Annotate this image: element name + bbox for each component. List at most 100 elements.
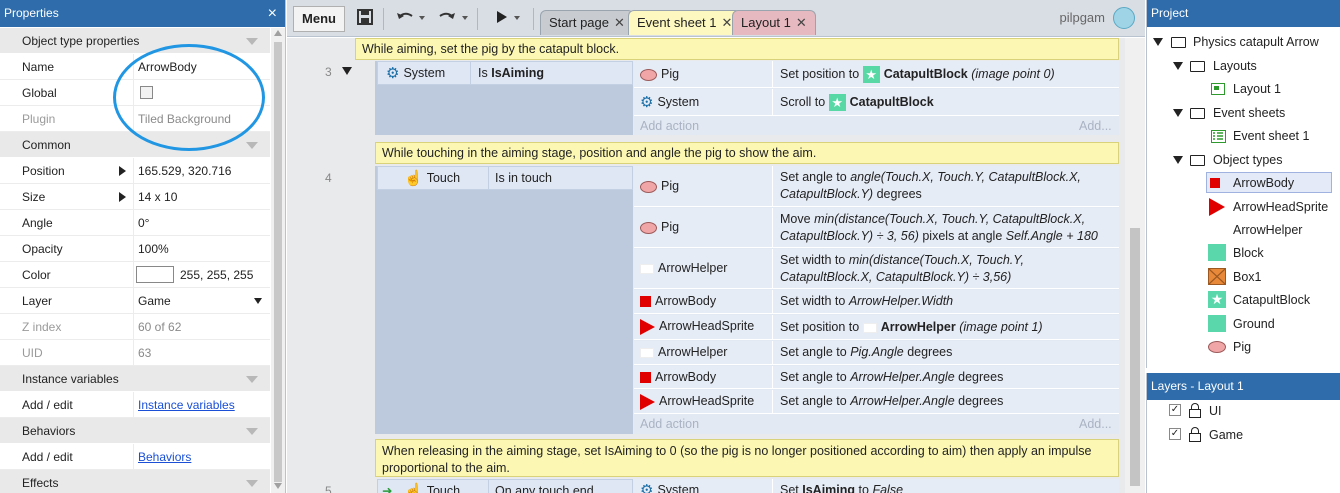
username[interactable]: pilpgam xyxy=(1059,10,1105,25)
layer-visible-checkbox[interactable]: ✓ xyxy=(1169,404,1181,416)
prop-opacity[interactable]: Opacity 100% xyxy=(0,236,270,262)
condition-row[interactable]: ➜ ☝ Touch On any touch end xyxy=(377,479,633,493)
user-avatar-icon[interactable] xyxy=(1113,7,1135,29)
add-more-link[interactable]: Add... xyxy=(1079,417,1112,431)
tree-item-object[interactable]: ArrowHelper xyxy=(1147,219,1340,241)
close-tab-icon[interactable]: ✕ xyxy=(722,15,733,30)
menu-button[interactable]: Menu xyxy=(293,6,345,32)
section-common[interactable]: Common xyxy=(0,132,270,158)
condition-row[interactable]: ☝ Touch Is in touch xyxy=(377,166,633,190)
size-field[interactable]: 14 x 10 xyxy=(138,184,177,210)
tree-item-object[interactable]: Block xyxy=(1147,242,1340,264)
tree-item-object[interactable]: ArrowHeadSprite xyxy=(1147,196,1340,218)
prop-size[interactable]: Size 14 x 10 xyxy=(0,184,270,210)
prop-global[interactable]: Global xyxy=(0,80,270,106)
section-behaviors[interactable]: Behaviors xyxy=(0,418,270,444)
redo-menu-icon[interactable] xyxy=(462,16,468,20)
action-row[interactable]: ArrowBody Set width to ArrowHelper.Width xyxy=(634,290,1119,314)
close-tab-icon[interactable]: ✕ xyxy=(796,15,807,30)
layer-row-ui[interactable]: ✓ UI xyxy=(1147,399,1340,423)
expand-icon[interactable] xyxy=(1153,38,1163,46)
dropdown-arrow-icon[interactable] xyxy=(254,298,262,304)
scrollbar-thumb[interactable] xyxy=(274,42,282,482)
scrollbar-thumb[interactable] xyxy=(1130,228,1140,486)
expand-icon[interactable] xyxy=(119,166,126,176)
action-row[interactable]: ArrowHelper Set width to min(distance(To… xyxy=(634,249,1119,289)
undo-icon[interactable] xyxy=(395,9,415,27)
section-object-type[interactable]: Object type properties xyxy=(0,28,270,54)
tree-item-event-sheet[interactable]: Event sheet 1 xyxy=(1147,125,1340,147)
close-tab-icon[interactable]: ✕ xyxy=(614,15,625,30)
prop-label: Plugin xyxy=(22,112,56,126)
section-effects[interactable]: Effects xyxy=(0,470,270,493)
angle-field[interactable]: 0° xyxy=(138,210,149,236)
opacity-field[interactable]: 100% xyxy=(138,236,169,262)
action-row[interactable]: Pig Set angle to angle(Touch.X, Touch.Y,… xyxy=(634,166,1119,207)
event-comment[interactable]: While touching in the aiming stage, posi… xyxy=(375,142,1119,164)
tree-item-object[interactable]: ★ CatapultBlock xyxy=(1147,289,1340,311)
instance-variables-link[interactable]: Instance variables xyxy=(138,398,235,412)
prop-position[interactable]: Position 165.529, 320.716 xyxy=(0,158,270,184)
scroll-down-icon[interactable] xyxy=(274,483,282,489)
tree-item-object[interactable]: Pig xyxy=(1147,336,1340,358)
collapse-event-icon[interactable] xyxy=(342,67,352,75)
redo-icon[interactable] xyxy=(437,9,457,27)
lock-icon[interactable] xyxy=(1189,403,1201,418)
prop-layer[interactable]: Layer Game xyxy=(0,288,270,314)
color-value[interactable]: 255, 255, 255 xyxy=(180,262,253,288)
event-sheet-scrollbar[interactable] xyxy=(1125,38,1145,493)
play-menu-icon[interactable] xyxy=(514,16,520,20)
save-icon[interactable] xyxy=(357,9,373,27)
close-icon[interactable]: × xyxy=(268,0,277,27)
prop-color[interactable]: Color 255, 255, 255 xyxy=(0,262,270,288)
tree-item-object[interactable]: Box1 xyxy=(1147,266,1340,288)
layer-visible-checkbox[interactable]: ✓ xyxy=(1169,428,1181,440)
condition-object: ☝ Touch xyxy=(404,169,461,187)
condition-block[interactable] xyxy=(375,166,633,434)
event-sheet[interactable]: While aiming, set the pig by the catapul… xyxy=(287,38,1125,493)
tree-folder-object-types[interactable]: Object types xyxy=(1147,149,1340,171)
add-more-link[interactable]: Add... xyxy=(1079,119,1112,133)
action-row[interactable]: ArrowHeadSprite Set position to ArrowHel… xyxy=(634,315,1119,340)
tab-start-page[interactable]: Start page ✕ xyxy=(540,10,634,35)
properties-scrollbar[interactable] xyxy=(271,28,285,493)
event-comment[interactable]: While aiming, set the pig by the catapul… xyxy=(355,38,1119,60)
section-instance-variables[interactable]: Instance variables xyxy=(0,366,270,392)
add-action-link[interactable]: Add action xyxy=(640,119,699,133)
prop-angle[interactable]: Angle 0° xyxy=(0,210,270,236)
action-row[interactable]: ⚙ System Scroll to ★ CatapultBlock xyxy=(634,89,1119,116)
tree-item-layout[interactable]: Layout 1 xyxy=(1147,78,1340,100)
tab-event-sheet[interactable]: Event sheet 1 ✕ xyxy=(628,10,742,35)
condition-row[interactable]: ⚙ System Is IsAiming xyxy=(377,61,633,85)
lock-icon[interactable] xyxy=(1189,427,1201,442)
expand-icon[interactable] xyxy=(1173,156,1183,164)
prop-name[interactable]: Name ArrowBody xyxy=(0,54,270,80)
color-swatch[interactable] xyxy=(136,266,174,283)
tree-root[interactable]: Physics catapult Arrow xyxy=(1147,31,1340,53)
tree-item-object[interactable]: ArrowBody xyxy=(1147,172,1340,194)
expand-icon[interactable] xyxy=(119,192,126,202)
global-checkbox[interactable] xyxy=(140,86,153,99)
scroll-up-icon[interactable] xyxy=(274,30,282,36)
expand-icon[interactable] xyxy=(1173,109,1183,117)
play-icon[interactable] xyxy=(495,9,509,27)
undo-menu-icon[interactable] xyxy=(419,16,425,20)
action-row[interactable]: Pig Set position to ★ CatapultBlock (imag… xyxy=(634,61,1119,88)
action-row[interactable]: ArrowHeadSprite Set angle to ArrowHelper… xyxy=(634,390,1119,414)
event-comment[interactable]: When releasing in the aiming stage, set … xyxy=(375,439,1119,477)
tab-layout[interactable]: Layout 1 ✕ xyxy=(732,10,816,35)
layer-row-game[interactable]: ✓ Game xyxy=(1147,423,1340,447)
position-field[interactable]: 165.529, 320.716 xyxy=(138,158,231,184)
add-action-link[interactable]: Add action xyxy=(640,417,699,431)
action-row[interactable]: ⚙ System Set IsAiming to False xyxy=(634,479,1119,493)
name-field[interactable]: ArrowBody xyxy=(138,54,197,80)
action-row[interactable]: Pig Move min(distance(Touch.X, Touch.Y, … xyxy=(634,208,1119,248)
action-row[interactable]: ArrowHelper Set angle to Pig.Angle degre… xyxy=(634,341,1119,365)
expand-icon[interactable] xyxy=(1173,62,1183,70)
tree-folder-event-sheets[interactable]: Event sheets xyxy=(1147,102,1340,124)
layer-select[interactable]: Game xyxy=(138,288,171,314)
tree-item-object[interactable]: Ground xyxy=(1147,313,1340,335)
tree-folder-layouts[interactable]: Layouts xyxy=(1147,55,1340,77)
behaviors-link[interactable]: Behaviors xyxy=(138,450,191,464)
action-row[interactable]: ArrowBody Set angle to ArrowHelper.Angle… xyxy=(634,366,1119,389)
